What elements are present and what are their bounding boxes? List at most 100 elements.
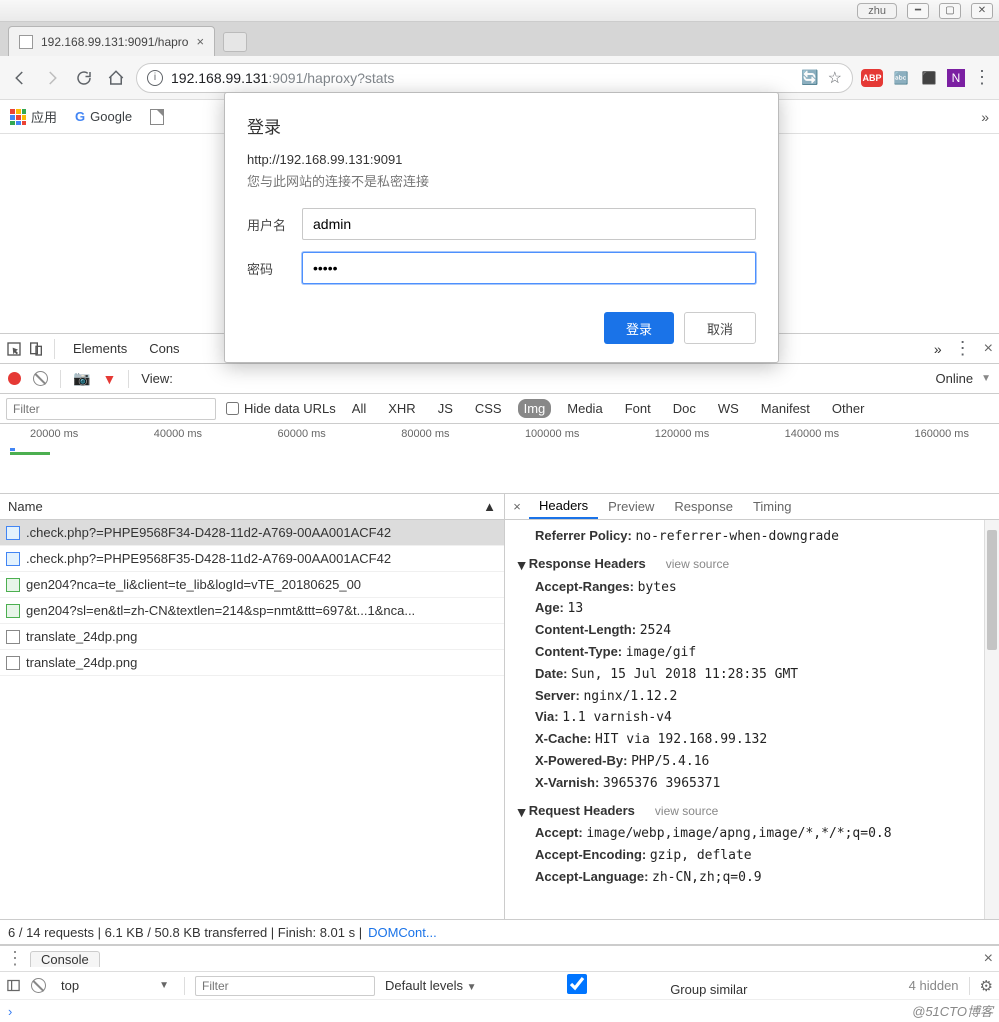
onenote-extension-icon[interactable]: N (947, 69, 965, 87)
tab-response[interactable]: Response (664, 494, 743, 519)
username-input[interactable] (302, 208, 756, 240)
request-row[interactable]: .check.php?=PHPE9568F34-D428-11d2-A769-0… (0, 520, 504, 546)
request-row[interactable]: translate_24dp.png (0, 650, 504, 676)
filter-type-doc[interactable]: Doc (667, 399, 702, 418)
translate-icon[interactable]: 🔄 (800, 68, 820, 88)
group-similar-checkbox[interactable]: Group similar (487, 974, 748, 997)
hide-data-urls-checkbox[interactable]: Hide data URLs (226, 401, 336, 416)
browser-menu-icon[interactable]: ⋮ (973, 67, 991, 88)
home-button[interactable] (104, 66, 128, 90)
devtools-menu-icon[interactable]: ⋮ (954, 338, 972, 359)
doc-icon (6, 578, 20, 592)
tab-console-truncated[interactable]: Cons (141, 334, 187, 363)
close-window-button[interactable]: ✕ (971, 3, 993, 19)
context-select[interactable]: top▼ (56, 977, 174, 994)
filter-input[interactable] (6, 398, 216, 420)
console-prompt[interactable]: › (0, 1000, 999, 1022)
reload-button[interactable] (72, 66, 96, 90)
console-drawer: ⋮ Console × top▼ Default levels ▼ Group … (0, 945, 999, 1022)
doc-icon (6, 604, 20, 618)
apps-button[interactable]: 应用 (10, 107, 57, 126)
maximize-button[interactable]: ▢ (939, 3, 961, 19)
filter-type-ws[interactable]: WS (712, 399, 745, 418)
request-row[interactable]: .check.php?=PHPE9568F35-D428-11d2-A769-0… (0, 546, 504, 572)
network-toolbar: 📷 ▼ View: Online▼ (0, 364, 999, 394)
abp-extension-icon[interactable]: ABP (861, 69, 883, 87)
minimize-button[interactable]: ━ (907, 3, 929, 19)
dialog-warning: 您与此网站的连接不是私密连接 (247, 171, 756, 190)
scrollbar[interactable] (984, 520, 999, 919)
filter-type-media[interactable]: Media (561, 399, 608, 418)
extension-icon[interactable]: ⬛ (919, 68, 939, 88)
site-info-icon[interactable]: i (147, 70, 163, 86)
screenshot-icon[interactable]: 📷 (73, 370, 90, 387)
tab-favicon (19, 35, 33, 49)
tab-preview[interactable]: Preview (598, 494, 664, 519)
filter-type-xhr[interactable]: XHR (382, 399, 421, 418)
filter-type-css[interactable]: CSS (469, 399, 508, 418)
filter-type-all[interactable]: All (346, 399, 372, 418)
password-label: 密码 (247, 259, 302, 278)
google-translate-extension-icon[interactable]: 🔤 (891, 68, 911, 88)
view-label: View: (141, 371, 173, 386)
console-settings-icon[interactable]: ⚙ (980, 977, 993, 995)
inspect-icon[interactable] (6, 341, 22, 357)
request-row[interactable]: translate_24dp.png (0, 624, 504, 650)
domcontent-link[interactable]: DOMCont... (368, 925, 437, 940)
drawer-close-icon[interactable]: × (984, 950, 993, 968)
cancel-button[interactable]: 取消 (684, 312, 756, 344)
back-button[interactable] (8, 66, 32, 90)
tab-elements[interactable]: Elements (65, 334, 135, 363)
bookmark-item[interactable] (150, 109, 164, 125)
password-input[interactable] (302, 252, 756, 284)
image-icon (6, 526, 20, 540)
apps-icon (10, 109, 26, 125)
close-tab-icon[interactable]: × (196, 34, 204, 49)
login-button[interactable]: 登录 (604, 312, 674, 344)
log-levels-select[interactable]: Default levels ▼ (385, 978, 477, 993)
network-request-list: Name ▲ .check.php?=PHPE9568F34-D428-11d2… (0, 494, 505, 919)
filter-toggle-icon[interactable]: ▼ (102, 371, 116, 387)
console-sidebar-icon[interactable] (6, 978, 21, 993)
hidden-count[interactable]: 4 hidden (909, 978, 959, 993)
tab-headers[interactable]: Headers (529, 494, 598, 519)
name-column-header[interactable]: Name ▲ (0, 494, 504, 520)
network-detail-pane: × Headers Preview Response Timing Referr… (505, 494, 999, 919)
view-source-link[interactable]: view source (666, 557, 729, 571)
star-icon[interactable]: ☆ (828, 68, 842, 88)
image-icon (6, 552, 20, 566)
throttling-select[interactable]: Online▼ (936, 371, 991, 386)
headers-content: Referrer Policy: no-referrer-when-downgr… (505, 520, 999, 919)
tab-timing[interactable]: Timing (743, 494, 802, 519)
record-button[interactable] (8, 372, 21, 385)
devtools-overflow-icon[interactable]: » (934, 341, 942, 357)
clear-button[interactable] (33, 371, 48, 386)
filter-type-js[interactable]: JS (432, 399, 459, 418)
clear-console-icon[interactable] (31, 978, 46, 993)
filter-type-img[interactable]: Img (518, 399, 552, 418)
drawer-menu-icon[interactable]: ⋮ (6, 948, 24, 969)
browser-tab[interactable]: 192.168.99.131:9091/hapro × (8, 26, 215, 56)
bookmarks-overflow-icon[interactable]: » (981, 109, 989, 125)
filter-type-manifest[interactable]: Manifest (755, 399, 816, 418)
browser-tab-strip: 192.168.99.131:9091/hapro × (0, 22, 999, 56)
view-source-link[interactable]: view source (655, 804, 718, 818)
request-row[interactable]: gen204?nca=te_li&client=te_lib&logId=vTE… (0, 572, 504, 598)
bookmark-google[interactable]: GGoogle (75, 109, 132, 124)
tab-title: 192.168.99.131:9091/hapro (41, 35, 188, 49)
console-filter-input[interactable] (195, 976, 375, 996)
network-timeline[interactable]: 20000 ms 40000 ms 60000 ms 80000 ms 1000… (0, 424, 999, 494)
address-bar[interactable]: i 192.168.99.131:9091/haproxy?stats 🔄 ☆ (136, 63, 853, 93)
username-label: 用户名 (247, 215, 302, 234)
watermark: @51CTO博客 (912, 1001, 993, 1020)
window-titlebar: zhu ━ ▢ ✕ (0, 0, 999, 22)
drawer-tab-console[interactable]: Console (30, 951, 100, 967)
new-tab-button[interactable] (223, 32, 247, 52)
filter-type-font[interactable]: Font (619, 399, 657, 418)
devtools-close-icon[interactable]: × (984, 340, 993, 358)
request-row[interactable]: gen204?sl=en&tl=zh-CN&textlen=214&sp=nmt… (0, 598, 504, 624)
image-icon (6, 630, 20, 644)
close-detail-icon[interactable]: × (505, 499, 529, 514)
device-toggle-icon[interactable] (28, 341, 44, 357)
filter-type-other[interactable]: Other (826, 399, 871, 418)
